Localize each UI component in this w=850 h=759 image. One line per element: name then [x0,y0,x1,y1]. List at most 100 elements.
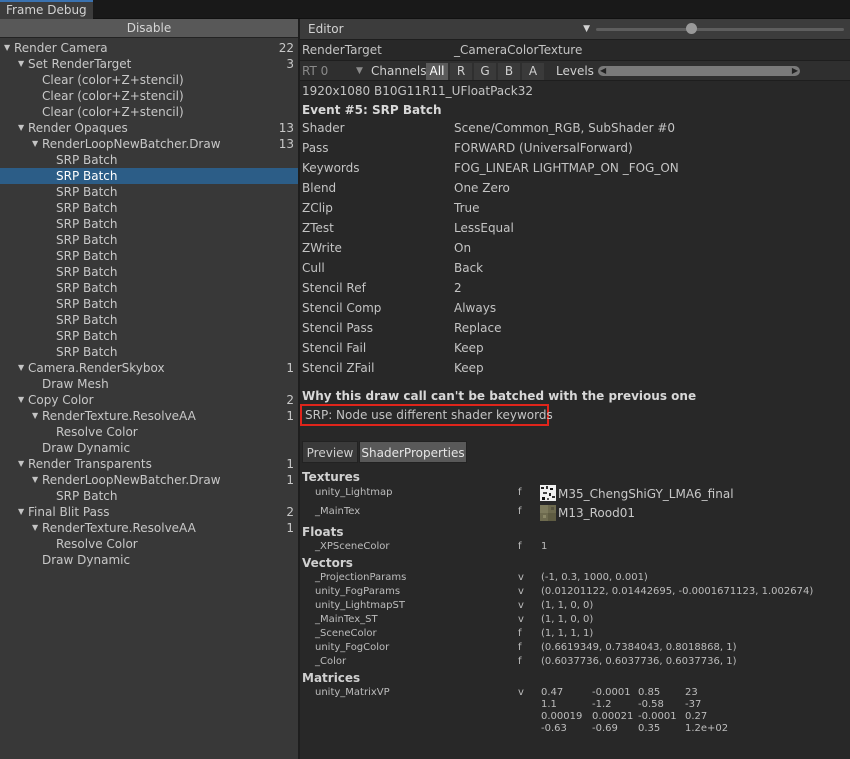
tree-item[interactable]: ▼ Camera.RenderSkybox 1 [0,360,298,376]
state-value: On [454,241,472,255]
tree-item[interactable]: ▼ Set RenderTarget 3 [0,56,298,72]
tree-item-label: Clear (color+Z+stencil) [42,89,184,103]
tree-item-label: SRP Batch [56,281,118,295]
tree-item[interactable]: SRP Batch [0,312,298,328]
tree-item[interactable]: SRP Batch [0,248,298,264]
disable-button[interactable]: Disable [0,19,298,38]
tree-item[interactable]: Clear (color+Z+stencil) [0,104,298,120]
render-state-row: Stencil Fail Keep [300,338,850,358]
tree-item[interactable]: Resolve Color [0,424,298,440]
property-type: v [518,572,524,583]
state-key: Stencil Pass [302,321,373,335]
state-value: Replace [454,321,502,335]
chevron-down-icon: ▼ [583,24,590,34]
tree-item-label: Draw Dynamic [42,553,131,567]
editor-dropdown-label: Editor [308,22,344,36]
tree-item-count: 2 [286,505,294,519]
tree-item[interactable]: Draw Dynamic [0,440,298,456]
tree-item[interactable]: ▼ RenderLoopNewBatcher.Draw 1 [0,472,298,488]
tree-item[interactable]: ▼ Render Transparents 1 [0,456,298,472]
tree-item[interactable]: SRP Batch [0,488,298,504]
expand-arrow-icon[interactable]: ▼ [18,456,24,472]
lightmap-thumbnail[interactable] [540,485,556,501]
expand-arrow-icon[interactable]: ▼ [18,392,24,408]
tree-item-count: 13 [278,121,294,135]
tree-item-label: RenderLoopNewBatcher.Draw [42,137,221,151]
tree-item[interactable]: Clear (color+Z+stencil) [0,88,298,104]
property-name: unity_FogParams [315,586,401,597]
channel-b-button[interactable]: B [498,63,520,80]
channel-all-button[interactable]: All [426,63,448,80]
tree-item[interactable]: SRP Batch [0,184,298,200]
tree-item[interactable]: SRP Batch [0,328,298,344]
tree-item[interactable]: Draw Dynamic [0,552,298,568]
render-target-value: _CameraColorTexture [454,43,583,57]
expand-arrow-icon[interactable]: ▼ [18,120,24,136]
expand-arrow-icon[interactable]: ▼ [18,360,24,376]
render-state-row: Stencil Pass Replace [300,318,850,338]
tree-item-label: SRP Batch [56,345,118,359]
expand-arrow-icon[interactable]: ▼ [32,472,38,488]
expand-arrow-icon[interactable]: ▼ [32,520,38,536]
tree-item[interactable]: SRP Batch [0,152,298,168]
tree-item[interactable]: Draw Mesh [0,376,298,392]
tree-item[interactable]: SRP Batch [0,344,298,360]
tree-item[interactable]: Clear (color+Z+stencil) [0,72,298,88]
tree-item[interactable]: SRP Batch [0,200,298,216]
tree-item-count: 1 [286,361,294,375]
rt-dropdown[interactable]: RT 0 ▼ [302,63,366,79]
tree-item[interactable]: ▼ RenderTexture.ResolveAA 1 [0,408,298,424]
tab-shader-properties[interactable]: ShaderProperties [359,441,467,463]
channel-a-button[interactable]: A [522,63,544,80]
event-slider-thumb[interactable] [686,23,697,34]
rt-dropdown-label: RT 0 [302,64,329,78]
property-type: f [518,628,522,639]
tree-item[interactable]: ▼ Copy Color 2 [0,392,298,408]
expand-arrow-icon[interactable]: ▼ [32,136,38,152]
tree-item[interactable]: SRP Batch [0,264,298,280]
editor-dropdown[interactable]: Editor ▼ [308,21,590,38]
expand-arrow-icon[interactable]: ▼ [32,408,38,424]
state-key: ZClip [302,201,333,215]
state-key: Keywords [302,161,360,175]
tree-item-label: Render Opaques [28,121,128,135]
channel-r-button[interactable]: R [450,63,472,80]
expand-arrow-icon[interactable]: ▼ [4,40,10,56]
levels-max-handle[interactable]: ▶ [792,66,798,76]
expand-arrow-icon[interactable]: ▼ [18,504,24,520]
tree-item[interactable]: SRP Batch [0,232,298,248]
maintex-thumbnail[interactable] [540,505,556,521]
tree-item[interactable]: ▼ RenderTexture.ResolveAA 1 [0,520,298,536]
render-state-row: Cull Back [300,258,850,278]
levels-min-handle[interactable]: ◀ [600,66,606,76]
levels-range-slider[interactable]: ◀ ▶ [598,66,800,76]
tree-item-label: Draw Dynamic [42,441,131,455]
tree-item[interactable]: ▼ RenderLoopNewBatcher.Draw 13 [0,136,298,152]
tree-item[interactable]: SRP Batch [0,296,298,312]
expand-arrow-icon[interactable]: ▼ [18,56,24,72]
tree-item[interactable]: ▼ Final Blit Pass 2 [0,504,298,520]
state-value: Scene/Common_RGB, SubShader #0 [454,121,676,135]
tree-item-label: SRP Batch [56,153,118,167]
frame-debug-tab[interactable]: Frame Debug [0,0,93,19]
batch-reason-title: Why this draw call can't be batched with… [302,389,697,403]
state-value: Back [454,261,484,275]
tree-item[interactable]: SRP Batch [0,168,298,184]
tab-preview[interactable]: Preview [302,441,358,463]
window-tab-bar: Frame Debug [0,0,850,19]
event-slider[interactable] [596,28,844,31]
state-value: FOG_LINEAR LIGHTMAP_ON _FOG_ON [454,161,679,175]
tree-item[interactable]: SRP Batch [0,216,298,232]
state-value: One Zero [454,181,510,195]
tree-item[interactable]: ▼ Render Camera 22 [0,40,298,56]
tree-item[interactable]: ▼ Render Opaques 13 [0,120,298,136]
tree-item[interactable]: SRP Batch [0,280,298,296]
state-key: Pass [302,141,329,155]
tree-item-label: Resolve Color [56,537,138,551]
channel-g-button[interactable]: G [474,63,496,80]
property-name: _ProjectionParams [315,572,407,583]
tree-item-label: Clear (color+Z+stencil) [42,105,184,119]
render-state-row: Blend One Zero [300,178,850,198]
batch-reason-title-row: Why this draw call can't be batched with… [300,386,850,406]
tree-item[interactable]: Resolve Color [0,536,298,552]
